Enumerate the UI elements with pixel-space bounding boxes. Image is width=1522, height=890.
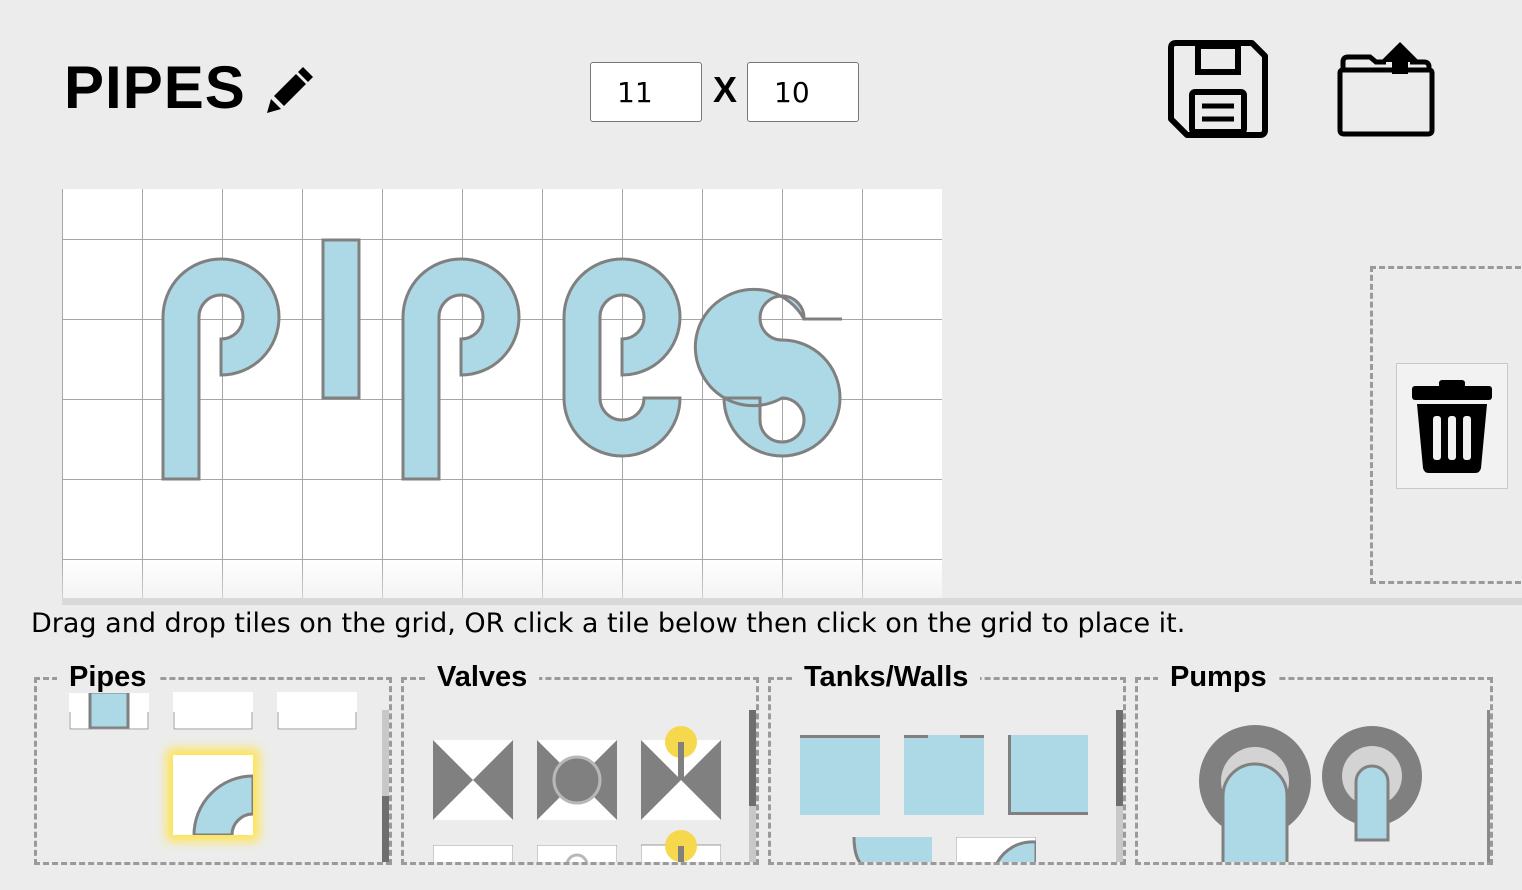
load-button[interactable] xyxy=(1334,40,1438,138)
page-title: PIPES xyxy=(64,54,246,121)
pipes-palette xyxy=(34,677,392,865)
tile-actuated-valve[interactable] xyxy=(641,726,721,820)
grid-columns-input[interactable] xyxy=(590,62,702,122)
valves-palette xyxy=(401,677,759,865)
tile-tank-full[interactable] xyxy=(800,735,880,815)
tile-curve-pipe-selected[interactable] xyxy=(173,755,255,837)
board-horizontal-scrollbar[interactable] xyxy=(62,598,1522,605)
tile-ball-valve[interactable] xyxy=(537,740,617,820)
pipe-grid-board[interactable] xyxy=(62,189,942,598)
pipe-letter-p1 xyxy=(161,257,281,481)
tile-empty-1[interactable] xyxy=(173,692,253,730)
pipe-drawing xyxy=(161,238,842,481)
tile-tank-round[interactable] xyxy=(852,837,932,865)
open-folder-upload-icon xyxy=(1337,42,1435,137)
pipe-letter-s xyxy=(694,288,842,458)
tile-tank-corner[interactable] xyxy=(1008,735,1088,815)
tile-empty-2[interactable] xyxy=(277,692,357,730)
pipes-palette-scrollbar[interactable] xyxy=(382,710,389,862)
tile-pump-small[interactable] xyxy=(1321,724,1423,864)
tile-tank-curve[interactable] xyxy=(956,837,1036,865)
pipe-letter-e xyxy=(562,257,682,458)
tile-pump-large[interactable] xyxy=(1198,724,1312,864)
pumps-palette-title: Pumps xyxy=(1158,661,1279,693)
tanks-walls-palette xyxy=(768,677,1126,865)
tile-actuated-valve-2[interactable] xyxy=(641,830,721,865)
instructions-text: Drag and drop tiles on the grid, OR clic… xyxy=(31,608,1186,639)
valves-palette-title: Valves xyxy=(425,661,540,693)
pumps-palette xyxy=(1135,677,1493,865)
tile-valve-row2-a[interactable] xyxy=(433,845,513,865)
pipes-palette-title: Pipes xyxy=(57,661,159,693)
grid-rows-input[interactable] xyxy=(747,62,859,122)
pumps-palette-scrollbar[interactable] xyxy=(1487,710,1490,862)
curve-pipe-icon xyxy=(192,774,255,837)
trash-icon xyxy=(1412,380,1492,473)
tile-straight-pipe[interactable] xyxy=(69,692,149,730)
edit-title-icon[interactable] xyxy=(262,66,314,116)
pipe-letter-p2 xyxy=(401,257,521,481)
valves-palette-scrollbar[interactable] xyxy=(749,710,756,862)
tile-tank-inlet[interactable] xyxy=(904,735,984,815)
tanks-walls-palette-title: Tanks/Walls xyxy=(792,661,981,693)
grid-size-separator: X xyxy=(713,69,738,110)
delete-button[interactable] xyxy=(1396,363,1508,489)
tile-valve-row2-b[interactable] xyxy=(537,845,617,865)
tile-gate-valve[interactable] xyxy=(433,740,513,820)
pipe-letter-i xyxy=(321,238,361,400)
save-button[interactable] xyxy=(1168,40,1268,138)
save-icon xyxy=(1168,40,1268,138)
tanks-palette-scrollbar[interactable] xyxy=(1116,710,1123,862)
